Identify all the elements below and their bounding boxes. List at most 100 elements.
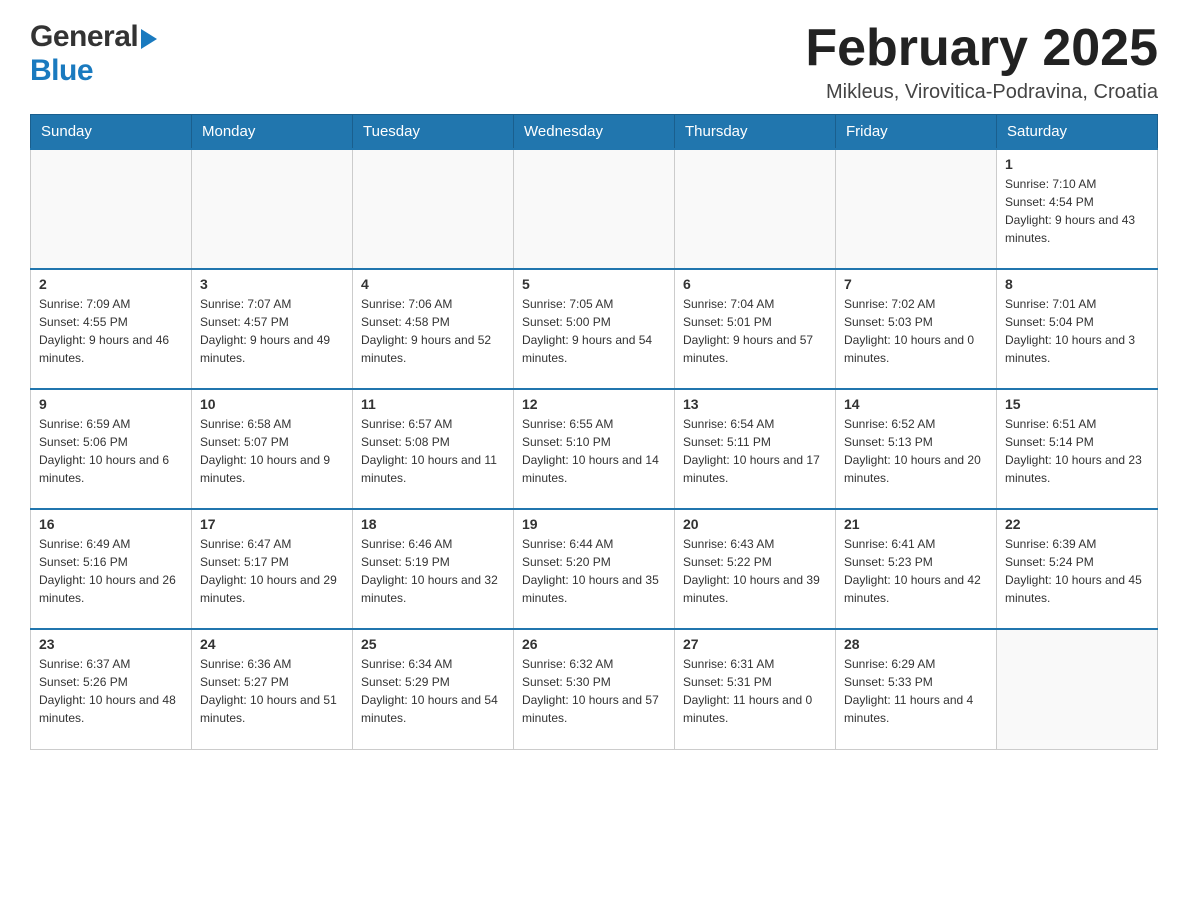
- calendar-cell: 28 Sunrise: 6:29 AM Sunset: 5:33 PM Dayli…: [836, 629, 997, 749]
- day-number: 18: [361, 516, 505, 532]
- page-header: General Blue February 2025 Mikleus, Viro…: [30, 20, 1158, 104]
- day-info: Sunrise: 6:47 AM Sunset: 5:17 PM Dayligh…: [200, 535, 344, 607]
- calendar-cell: 19 Sunrise: 6:44 AM Sunset: 5:20 PM Dayli…: [514, 509, 675, 629]
- day-number: 28: [844, 636, 988, 652]
- day-info: Sunrise: 6:55 AM Sunset: 5:10 PM Dayligh…: [522, 415, 666, 487]
- day-info: Sunrise: 6:36 AM Sunset: 5:27 PM Dayligh…: [200, 655, 344, 727]
- calendar-cell: 10 Sunrise: 6:58 AM Sunset: 5:07 PM Dayli…: [192, 389, 353, 509]
- day-number: 6: [683, 276, 827, 292]
- day-info: Sunrise: 6:49 AM Sunset: 5:16 PM Dayligh…: [39, 535, 183, 607]
- calendar-cell: 6Sunrise: 7:04 AM Sunset: 5:01 PM Daylig…: [675, 269, 836, 389]
- day-info: Sunrise: 7:01 AM Sunset: 5:04 PM Dayligh…: [1005, 295, 1149, 367]
- day-info: Sunrise: 7:10 AM Sunset: 4:54 PM Dayligh…: [1005, 175, 1149, 247]
- calendar-cell: 23Sunrise: 6:37 AM Sunset: 5:26 PM Dayli…: [31, 629, 192, 749]
- week-row-3: 9 Sunrise: 6:59 AM Sunset: 5:06 PM Daylig…: [31, 389, 1158, 509]
- calendar-cell: 12 Sunrise: 6:55 AM Sunset: 5:10 PM Dayli…: [514, 389, 675, 509]
- day-number: 10: [200, 396, 344, 412]
- calendar-cell: 18 Sunrise: 6:46 AM Sunset: 5:19 PM Dayli…: [353, 509, 514, 629]
- day-number: 17: [200, 516, 344, 532]
- weekday-header-tuesday: Tuesday: [353, 115, 514, 150]
- day-info: Sunrise: 6:59 AM Sunset: 5:06 PM Dayligh…: [39, 415, 183, 487]
- day-number: 14: [844, 396, 988, 412]
- calendar-cell: [353, 149, 514, 269]
- calendar-cell: 11 Sunrise: 6:57 AM Sunset: 5:08 PM Dayli…: [353, 389, 514, 509]
- day-number: 8: [1005, 276, 1149, 292]
- calendar-cell: 3 Sunrise: 7:07 AM Sunset: 4:57 PM Daylig…: [192, 269, 353, 389]
- week-row-5: 23Sunrise: 6:37 AM Sunset: 5:26 PM Dayli…: [31, 629, 1158, 749]
- calendar-cell: [514, 149, 675, 269]
- day-number: 13: [683, 396, 827, 412]
- calendar-cell: 21 Sunrise: 6:41 AM Sunset: 5:23 PM Dayli…: [836, 509, 997, 629]
- calendar-cell: 8 Sunrise: 7:01 AM Sunset: 5:04 PM Daylig…: [997, 269, 1158, 389]
- day-number: 4: [361, 276, 505, 292]
- day-number: 2: [39, 276, 183, 292]
- title-block: February 2025 Mikleus, Virovitica-Podrav…: [805, 20, 1158, 104]
- day-number: 15: [1005, 396, 1149, 412]
- day-number: 19: [522, 516, 666, 532]
- day-info: Sunrise: 6:52 AM Sunset: 5:13 PM Dayligh…: [844, 415, 988, 487]
- calendar-cell: 1 Sunrise: 7:10 AM Sunset: 4:54 PM Daylig…: [997, 149, 1158, 269]
- day-info: Sunrise: 6:31 AM Sunset: 5:31 PM Dayligh…: [683, 655, 827, 727]
- day-number: 26: [522, 636, 666, 652]
- day-info: Sunrise: 6:46 AM Sunset: 5:19 PM Dayligh…: [361, 535, 505, 607]
- day-number: 9: [39, 396, 183, 412]
- day-info: Sunrise: 6:57 AM Sunset: 5:08 PM Dayligh…: [361, 415, 505, 487]
- calendar-cell: 7 Sunrise: 7:02 AM Sunset: 5:03 PM Daylig…: [836, 269, 997, 389]
- weekday-header-saturday: Saturday: [997, 115, 1158, 150]
- day-number: 11: [361, 396, 505, 412]
- day-number: 21: [844, 516, 988, 532]
- day-number: 25: [361, 636, 505, 652]
- week-row-1: 1 Sunrise: 7:10 AM Sunset: 4:54 PM Daylig…: [31, 149, 1158, 269]
- calendar-cell: [31, 149, 192, 269]
- weekday-header-row: SundayMondayTuesdayWednesdayThursdayFrid…: [31, 115, 1158, 150]
- day-info: Sunrise: 6:44 AM Sunset: 5:20 PM Dayligh…: [522, 535, 666, 607]
- logo-general-text: General: [30, 20, 138, 54]
- weekday-header-monday: Monday: [192, 115, 353, 150]
- calendar-cell: 9 Sunrise: 6:59 AM Sunset: 5:06 PM Daylig…: [31, 389, 192, 509]
- calendar-cell: [192, 149, 353, 269]
- calendar-cell: 24 Sunrise: 6:36 AM Sunset: 5:27 PM Dayli…: [192, 629, 353, 749]
- day-number: 5: [522, 276, 666, 292]
- day-info: Sunrise: 6:37 AM Sunset: 5:26 PM Dayligh…: [39, 655, 183, 727]
- day-info: Sunrise: 6:29 AM Sunset: 5:33 PM Dayligh…: [844, 655, 988, 727]
- calendar-cell: 14 Sunrise: 6:52 AM Sunset: 5:13 PM Dayli…: [836, 389, 997, 509]
- calendar-table: SundayMondayTuesdayWednesdayThursdayFrid…: [30, 114, 1158, 750]
- location-text: Mikleus, Virovitica-Podravina, Croatia: [805, 81, 1158, 104]
- day-info: Sunrise: 7:02 AM Sunset: 5:03 PM Dayligh…: [844, 295, 988, 367]
- month-title: February 2025: [805, 20, 1158, 77]
- calendar-cell: [997, 629, 1158, 749]
- week-row-4: 16Sunrise: 6:49 AM Sunset: 5:16 PM Dayli…: [31, 509, 1158, 629]
- calendar-cell: 22Sunrise: 6:39 AM Sunset: 5:24 PM Dayli…: [997, 509, 1158, 629]
- calendar-cell: 4Sunrise: 7:06 AM Sunset: 4:58 PM Daylig…: [353, 269, 514, 389]
- calendar-cell: 25 Sunrise: 6:34 AM Sunset: 5:29 PM Dayli…: [353, 629, 514, 749]
- day-number: 7: [844, 276, 988, 292]
- calendar-cell: 26Sunrise: 6:32 AM Sunset: 5:30 PM Dayli…: [514, 629, 675, 749]
- calendar-cell: 20 Sunrise: 6:43 AM Sunset: 5:22 PM Dayli…: [675, 509, 836, 629]
- day-info: Sunrise: 6:41 AM Sunset: 5:23 PM Dayligh…: [844, 535, 988, 607]
- calendar-cell: [836, 149, 997, 269]
- day-info: Sunrise: 6:51 AM Sunset: 5:14 PM Dayligh…: [1005, 415, 1149, 487]
- calendar-cell: 15 Sunrise: 6:51 AM Sunset: 5:14 PM Dayli…: [997, 389, 1158, 509]
- day-info: Sunrise: 6:34 AM Sunset: 5:29 PM Dayligh…: [361, 655, 505, 727]
- day-number: 27: [683, 636, 827, 652]
- day-info: Sunrise: 6:58 AM Sunset: 5:07 PM Dayligh…: [200, 415, 344, 487]
- day-info: Sunrise: 7:07 AM Sunset: 4:57 PM Dayligh…: [200, 295, 344, 367]
- calendar-cell: 27 Sunrise: 6:31 AM Sunset: 5:31 PM Dayli…: [675, 629, 836, 749]
- weekday-header-sunday: Sunday: [31, 115, 192, 150]
- day-number: 20: [683, 516, 827, 532]
- calendar-cell: 13 Sunrise: 6:54 AM Sunset: 5:11 PM Dayli…: [675, 389, 836, 509]
- weekday-header-thursday: Thursday: [675, 115, 836, 150]
- day-info: Sunrise: 6:43 AM Sunset: 5:22 PM Dayligh…: [683, 535, 827, 607]
- day-number: 1: [1005, 156, 1149, 172]
- weekday-header-friday: Friday: [836, 115, 997, 150]
- weekday-header-wednesday: Wednesday: [514, 115, 675, 150]
- day-number: 3: [200, 276, 344, 292]
- day-number: 12: [522, 396, 666, 412]
- day-info: Sunrise: 6:54 AM Sunset: 5:11 PM Dayligh…: [683, 415, 827, 487]
- calendar-cell: 5 Sunrise: 7:05 AM Sunset: 5:00 PM Daylig…: [514, 269, 675, 389]
- logo-arrow-icon: [141, 29, 157, 49]
- logo-blue-text: Blue: [30, 54, 157, 88]
- calendar-cell: [675, 149, 836, 269]
- day-info: Sunrise: 7:05 AM Sunset: 5:00 PM Dayligh…: [522, 295, 666, 367]
- day-number: 24: [200, 636, 344, 652]
